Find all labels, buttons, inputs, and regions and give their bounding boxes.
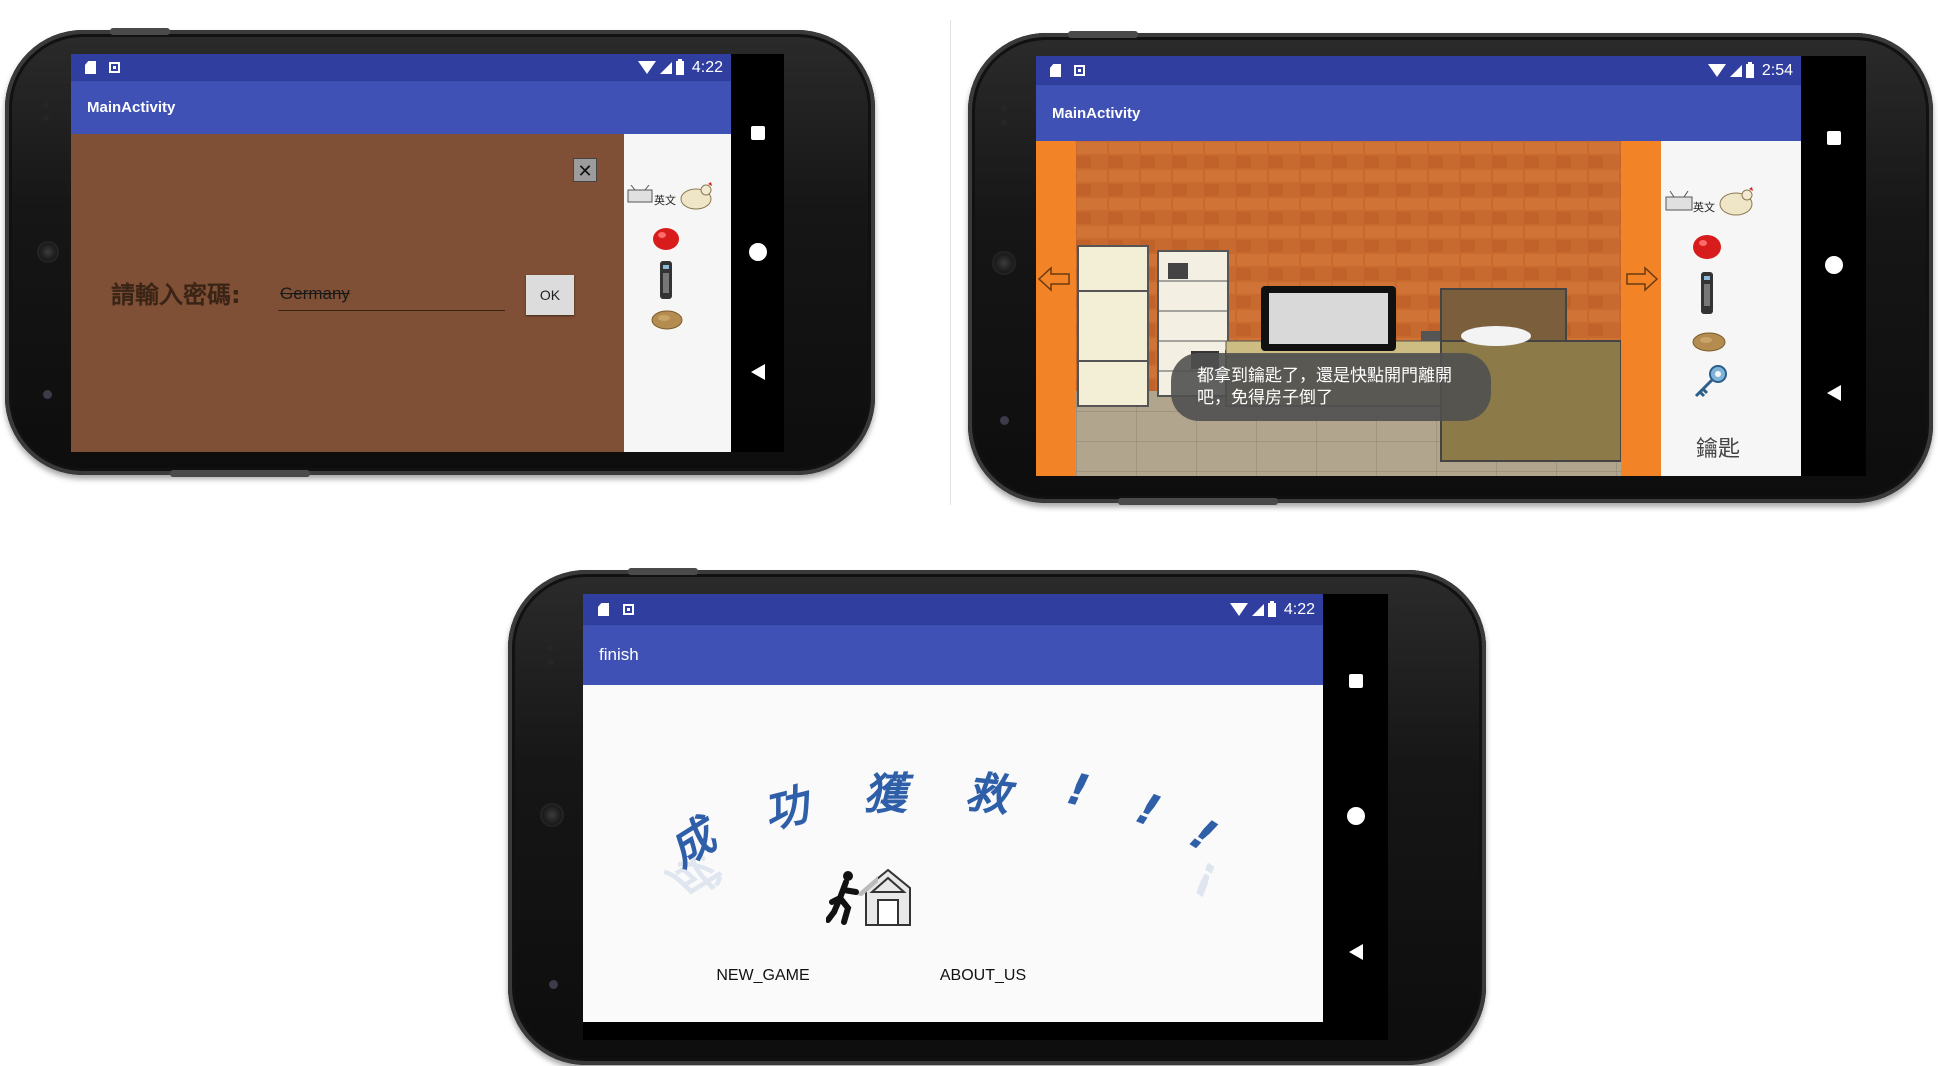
notification-icon bbox=[109, 62, 120, 73]
phone-3: 4:22 finish 成 功 獲 救 ! ! ! 成 ! NEW_GAME A… bbox=[508, 568, 1486, 1065]
signal-icon bbox=[659, 61, 672, 74]
app-title: MainActivity bbox=[1052, 104, 1141, 122]
sd-card-icon bbox=[85, 61, 96, 74]
password-input[interactable] bbox=[278, 280, 505, 311]
password-label: 請輸入密碼: bbox=[111, 281, 241, 309]
phone-2: 2:54 MainActivity 都拿到鑰匙了，還是快點開門離開 吧，免得房子… bbox=[968, 31, 1933, 505]
bread-icon[interactable] bbox=[1691, 331, 1727, 353]
app-title: MainActivity bbox=[87, 99, 176, 116]
tv-icon[interactable] bbox=[627, 185, 653, 203]
status-time: 4:22 bbox=[1283, 600, 1315, 618]
english-card-label: 英文 bbox=[1693, 201, 1715, 214]
signal-icon bbox=[1251, 603, 1264, 616]
finish-content: 成 功 獲 救 ! ! ! 成 ! NEW_GAME ABOUT_US bbox=[583, 685, 1323, 1022]
room-view: 都拿到鑰匙了，還是快點開門離開 吧，免得房子倒了 bbox=[1036, 141, 1661, 476]
back-icon[interactable] bbox=[1826, 384, 1841, 401]
notification-icon bbox=[623, 604, 634, 615]
arrow-left-icon[interactable] bbox=[1038, 266, 1070, 292]
red-ball-icon[interactable] bbox=[1691, 233, 1723, 261]
remote-control-icon[interactable] bbox=[659, 260, 673, 300]
english-card[interactable]: 英文 bbox=[1693, 199, 1715, 215]
chicken-icon[interactable] bbox=[680, 182, 714, 210]
recents-icon[interactable] bbox=[1826, 131, 1841, 146]
headline-reflection: ! bbox=[1184, 851, 1229, 906]
hint-line-2: 吧，免得房子倒了 bbox=[1197, 388, 1333, 408]
remote-control-icon[interactable] bbox=[1700, 271, 1714, 315]
english-card-label: 英文 bbox=[654, 194, 676, 207]
room-scene bbox=[1076, 141, 1621, 476]
screen-password: 4:22 MainActivity ✕ 請輸入密碼: OK 英文 bbox=[71, 54, 784, 452]
hint-line-1: 都拿到鑰匙了，還是快點開門離開 bbox=[1197, 366, 1452, 386]
nav-bar bbox=[731, 54, 784, 452]
inventory-panel: 英文 bbox=[624, 134, 731, 452]
hint-dialog: 都拿到鑰匙了，還是快點開門離開 吧，免得房子倒了 bbox=[1171, 353, 1491, 421]
nav-bar bbox=[1323, 594, 1388, 1040]
headline-char: 救 bbox=[962, 766, 1013, 823]
wifi-icon bbox=[637, 61, 656, 74]
home-icon[interactable] bbox=[1346, 806, 1365, 825]
back-icon[interactable] bbox=[750, 364, 765, 381]
phone-1: 4:22 MainActivity ✕ 請輸入密碼: OK 英文 bbox=[5, 28, 875, 477]
home-icon[interactable] bbox=[1824, 255, 1843, 274]
back-icon[interactable] bbox=[1348, 944, 1363, 961]
bread-icon[interactable] bbox=[650, 309, 684, 331]
inventory-caption: 鑰匙 bbox=[1696, 437, 1741, 462]
headline-char: ! bbox=[1062, 763, 1094, 818]
tv-icon[interactable] bbox=[1665, 191, 1693, 211]
headline-char: 功 bbox=[758, 779, 814, 840]
headline-char: ! bbox=[1129, 783, 1167, 838]
red-ball-icon[interactable] bbox=[651, 226, 681, 252]
new-game-button[interactable]: NEW_GAME bbox=[708, 960, 818, 992]
chicken-icon[interactable] bbox=[1719, 186, 1755, 216]
status-time: 4:22 bbox=[691, 58, 723, 76]
recents-icon[interactable] bbox=[1348, 673, 1363, 688]
wifi-icon bbox=[1229, 603, 1248, 616]
about-us-button[interactable]: ABOUT_US bbox=[928, 960, 1038, 992]
screen-finish: 4:22 finish 成 功 獲 救 ! ! ! 成 ! NEW_GAME A… bbox=[583, 594, 1388, 1040]
headline-char: ! bbox=[1181, 808, 1226, 863]
password-dialog: ✕ 請輸入密碼: OK bbox=[71, 134, 624, 452]
recents-icon[interactable] bbox=[750, 125, 765, 140]
home-icon[interactable] bbox=[748, 242, 767, 261]
battery-icon bbox=[1267, 600, 1276, 617]
arrow-right-icon[interactable] bbox=[1626, 266, 1658, 292]
headline-char: 獲 bbox=[863, 769, 907, 820]
ok-button[interactable]: OK bbox=[526, 275, 574, 315]
sd-card-icon bbox=[1050, 64, 1061, 77]
notification-icon bbox=[1074, 65, 1085, 76]
signal-icon bbox=[1729, 64, 1742, 77]
english-card[interactable]: 英文 bbox=[654, 192, 676, 208]
nav-bar bbox=[1801, 56, 1866, 476]
wifi-icon bbox=[1707, 64, 1726, 77]
close-button[interactable]: ✕ bbox=[573, 158, 597, 182]
status-time: 2:54 bbox=[1761, 61, 1793, 79]
app-title: finish bbox=[599, 645, 639, 664]
battery-icon bbox=[675, 58, 684, 75]
inventory-panel: 英文 bbox=[1661, 141, 1801, 476]
screen-room: 2:54 MainActivity 都拿到鑰匙了，還是快點開門離開 吧，免得房子… bbox=[1036, 56, 1866, 476]
sd-card-icon bbox=[598, 603, 609, 616]
divider bbox=[950, 20, 951, 505]
key-icon[interactable] bbox=[1691, 363, 1729, 401]
exit-house-icon bbox=[826, 868, 911, 926]
battery-icon bbox=[1745, 61, 1754, 78]
